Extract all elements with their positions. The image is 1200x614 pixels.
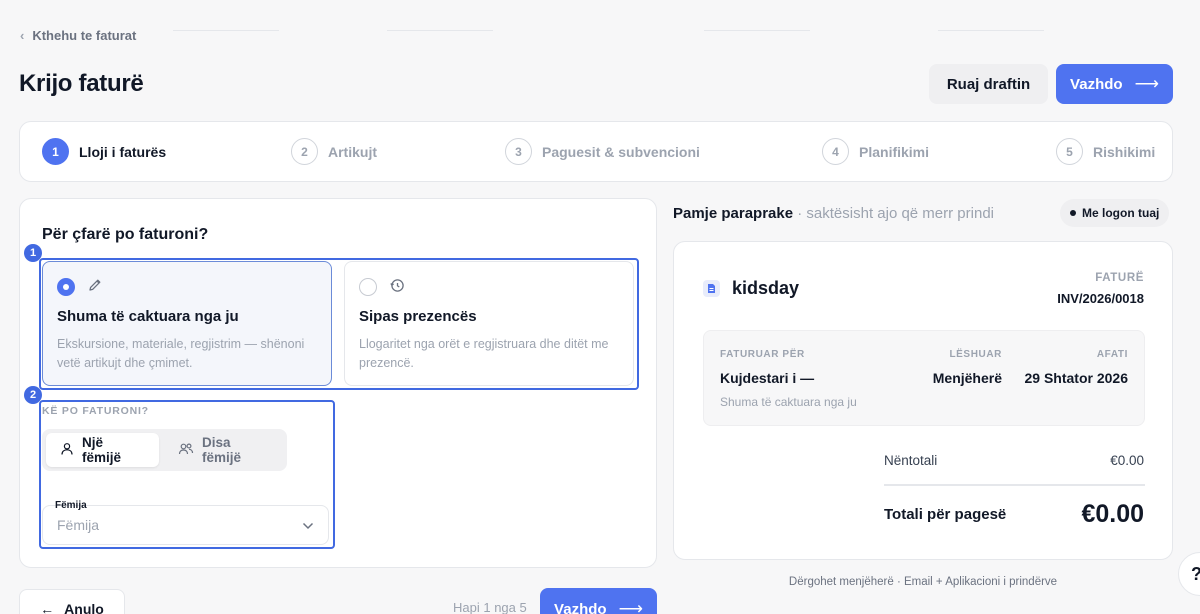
continue-label: Vazhdo [1070,75,1123,93]
dot-icon [1070,210,1076,216]
step-number: 4 [822,138,849,165]
child-select[interactable]: Fëmija [42,505,329,545]
logo-toggle[interactable]: Me logon tuaj [1060,199,1170,227]
stepper-divider [387,30,493,31]
cancel-label: Anulo [64,601,104,614]
stepper-divider [704,30,810,31]
step-number: 2 [291,138,318,165]
due-label: AFATI [1096,349,1128,360]
recipient-question: KË PO FATURONI? [42,405,149,417]
footer-continue-button[interactable]: Vazhdo ⟶ [540,588,657,614]
child-field-label: Fëmija [55,500,87,511]
billed-to-label: FATURUAR PËR [720,349,805,360]
annotation-marker: 2 [24,386,42,404]
step-label: Artikujt [328,143,377,160]
invoice-number: INV/2026/0018 [1057,291,1144,306]
totals-divider [884,484,1145,486]
chevron-down-icon [302,517,314,533]
brand-name: kidsday [732,278,800,298]
step-schedule[interactable]: 4 Planifikimi [822,138,929,165]
stepper-divider [938,30,1044,31]
continue-button[interactable]: Vazhdo ⟶ [1056,64,1173,104]
step-number: 3 [505,138,532,165]
step-label: Paguesit & subvencioni [542,143,700,160]
step-type[interactable]: 1 Lloji i faturës [42,138,166,165]
invoice-meta: FATURUAR PËR Kujdestari i — Shuma të cak… [703,330,1145,426]
page-title: Krijo faturë [19,70,144,97]
subtotal-value: €0.00 [1110,453,1144,468]
arrow-left-icon: ← [40,601,55,614]
arrow-right-icon: ⟶ [618,599,643,614]
total-label: Totali për pagesë [884,506,1007,523]
cancel-button[interactable]: ← Anulo [19,589,125,614]
users-icon [178,442,194,459]
billed-to-value: Kujdestari i — [720,370,815,386]
recipient-segmented-control: Një fëmijë Disa fëmijë [42,429,287,471]
issued-value: Menjëherë [932,370,1002,386]
step-label: Planifikimi [859,143,930,160]
brand: kidsday [703,278,799,299]
subtotal-label: Nëntotali [884,453,938,468]
due-value: 29 Shtator 2026 [1024,370,1129,386]
preview-heading: Pamje paraprake · saktësisht ajo që merr… [673,205,994,222]
step-count: Hapi 1 nga 5 [453,600,527,614]
annotation-marker: 1 [24,244,42,262]
recipient-option-label: Një fëmijë [82,435,122,465]
billed-to-note: Shuma të caktuara nga ju [720,395,857,409]
preview-title: Pamje paraprake [673,205,794,222]
back-link-label: Kthehu te faturat [32,28,137,43]
delivery-note: Dërgohet menjëherë · Email + Aplikacioni… [788,576,1058,588]
save-draft-button[interactable]: Ruaj draftin [929,64,1048,104]
step-number: 5 [1056,138,1083,165]
logo-toggle-label: Me logon tuaj [1082,206,1160,220]
preview-subtitle: · saktësisht ajo që merr prindi [797,205,994,222]
step-number: 1 [42,138,69,165]
step-label: Lloji i faturës [79,143,167,160]
help-button[interactable]: ? [1178,552,1200,596]
chevron-left-icon: ‹ [20,28,25,43]
step-label: Rishikimi [1093,143,1156,160]
document-type: FATURË [1095,272,1144,284]
footer-continue-label: Vazhdo [554,600,607,614]
issued-label: LËSHUAR [949,349,1002,360]
save-draft-label: Ruaj draftin [946,75,1031,93]
recipient-one-child-button[interactable]: Një fëmijë [46,433,159,467]
document-icon [703,280,720,297]
arrow-right-icon: ⟶ [1134,74,1159,93]
recipient-multiple-children-button[interactable]: Disa fëmijë [164,433,283,467]
total-value: €0.00 [1081,500,1144,528]
stepper-divider [173,30,279,31]
question-mark-icon: ? [1191,564,1200,585]
step-payers[interactable]: 3 Paguesit & subvencioni [505,138,700,165]
step-review[interactable]: 5 Rishikimi [1056,138,1155,165]
highlight-box-options [39,258,639,390]
user-icon [60,442,74,459]
back-link[interactable]: ‹ Kthehu te faturat [20,28,136,43]
question-title: Për çfarë po faturoni? [42,226,209,243]
recipient-option-label: Disa fëmijë [202,435,242,465]
child-select-placeholder: Fëmija [57,517,100,533]
step-items[interactable]: 2 Artikujt [291,138,377,165]
